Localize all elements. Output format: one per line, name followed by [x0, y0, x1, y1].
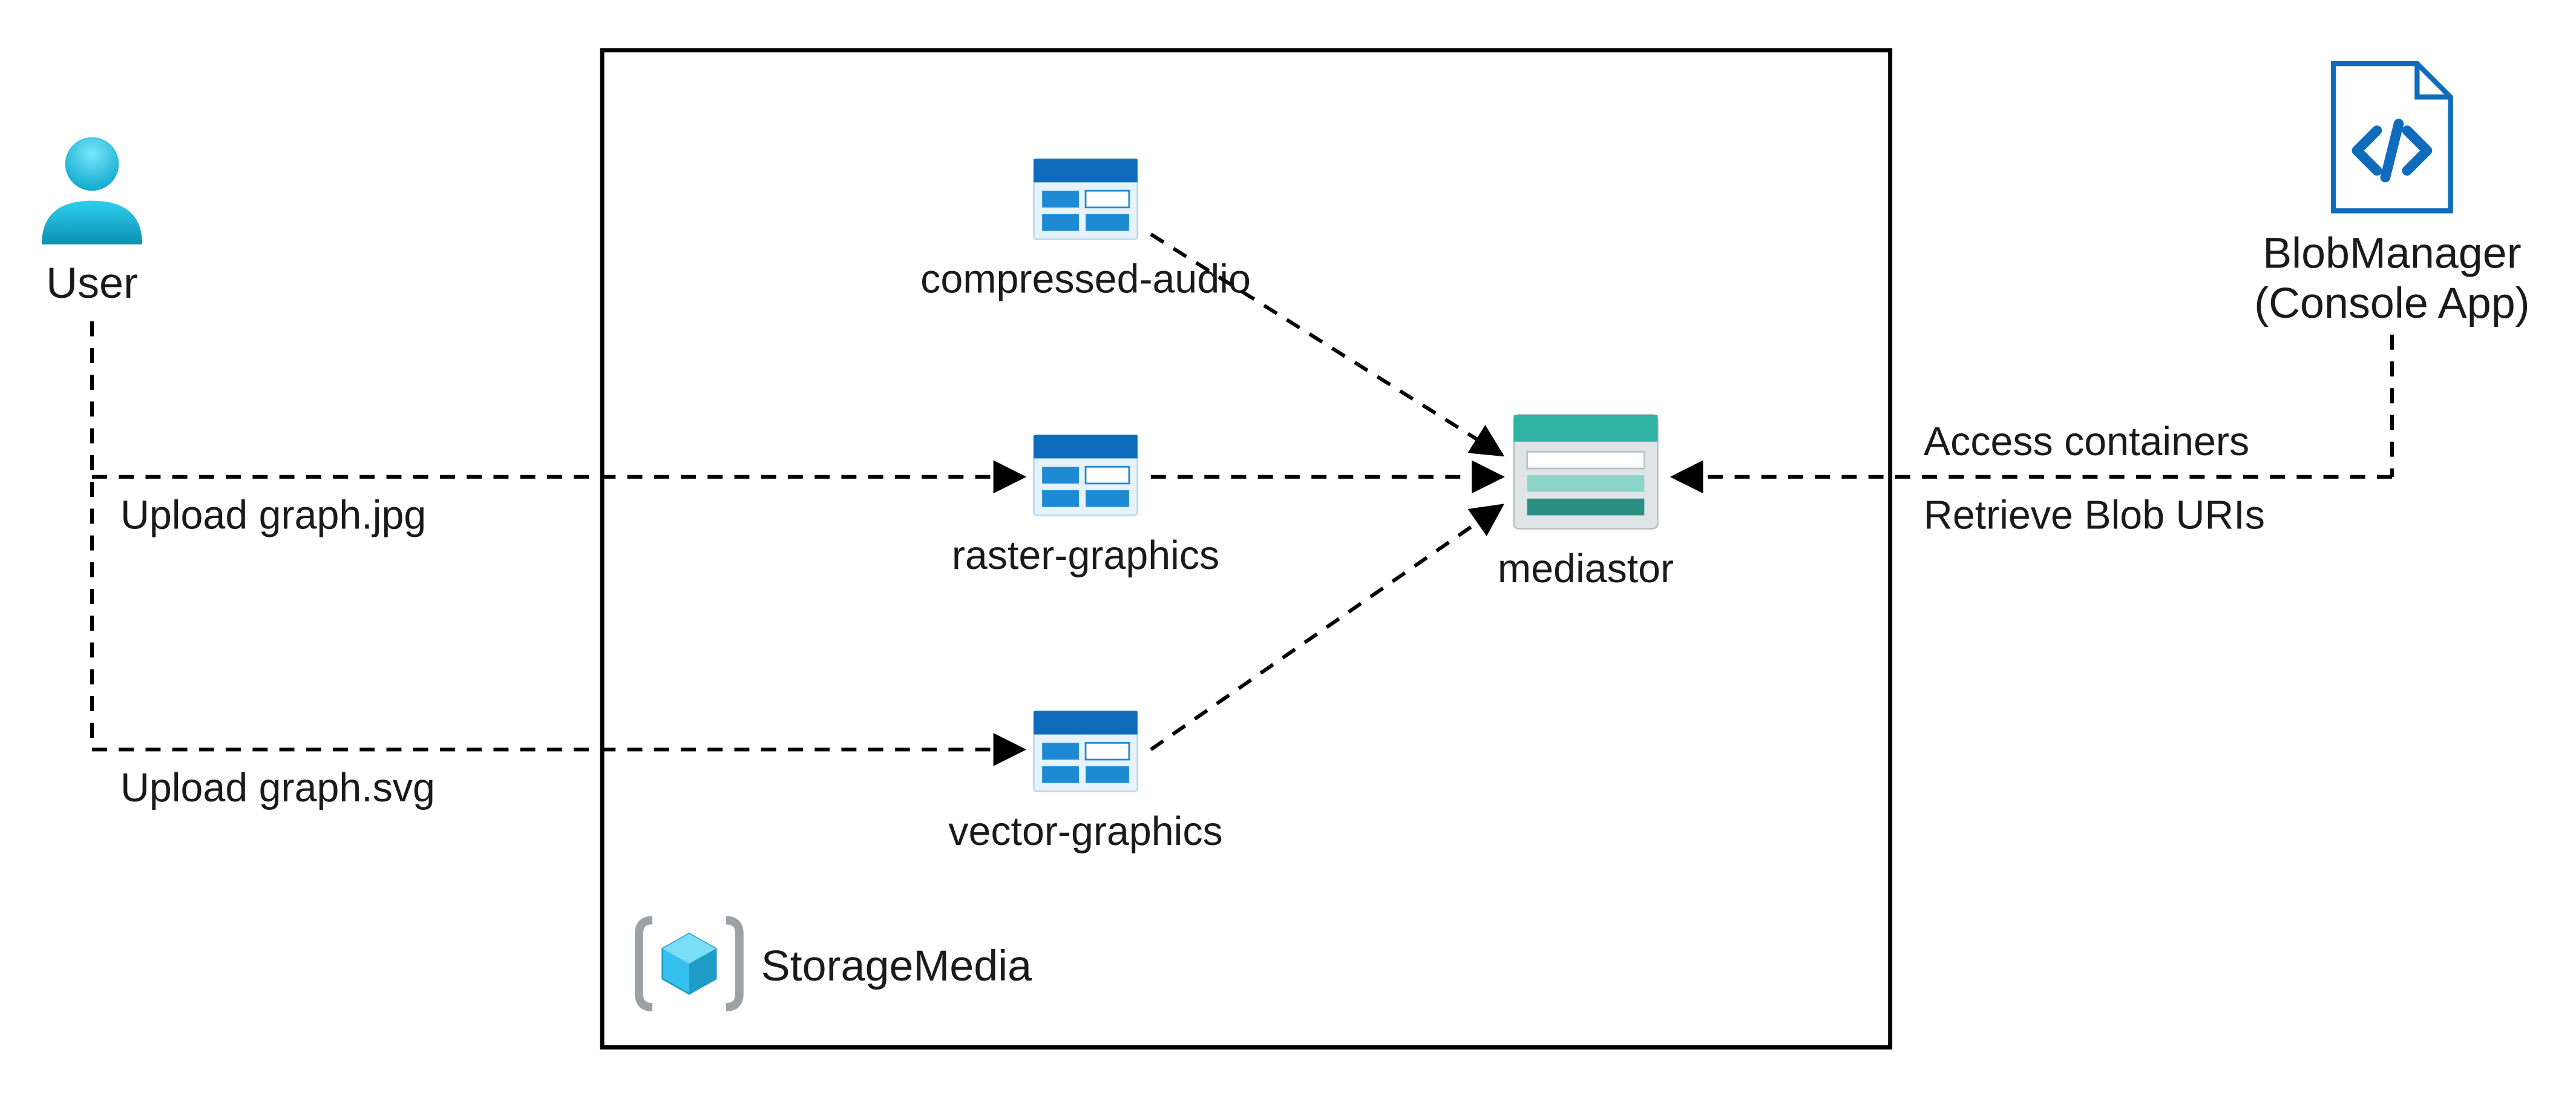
label-retrieve-blob-uris: Retrieve Blob URIs [1924, 493, 2265, 538]
user-label: User [46, 259, 138, 307]
storage-account-icon [1514, 415, 1658, 529]
app-subtitle: (Console App) [2254, 279, 2529, 327]
label-upload-svg: Upload graph.svg [120, 766, 435, 810]
resource-group-name: StorageMedia [761, 942, 1032, 990]
container-raster-graphics [1034, 435, 1137, 516]
resource-group-icon [639, 920, 739, 1007]
label-upload-jpg: Upload graph.jpg [120, 493, 426, 538]
label-access-containers: Access containers [1924, 419, 2249, 464]
container-icon [1034, 159, 1137, 240]
label-vector-graphics: vector-graphics [948, 809, 1222, 854]
resource-group-boundary [602, 50, 1890, 1048]
label-raster-graphics: raster-graphics [952, 533, 1219, 578]
app-name: BlobManager [2263, 229, 2521, 277]
container-icon [1034, 435, 1137, 516]
user-icon [42, 137, 142, 245]
container-compressed-audio [1034, 159, 1137, 240]
container-icon [1034, 711, 1137, 792]
label-mediastor: mediastor [1498, 547, 1674, 591]
container-vector-graphics [1034, 711, 1137, 792]
storage-account-mediastor [1514, 415, 1658, 529]
arrow-compressed-to-mediastor [1151, 234, 1502, 455]
architecture-diagram: User Upload graph.jpg Upload graph.svg c… [0, 0, 2576, 1104]
code-file-icon [2333, 64, 2450, 211]
blobmanager-icon [2333, 64, 2450, 211]
